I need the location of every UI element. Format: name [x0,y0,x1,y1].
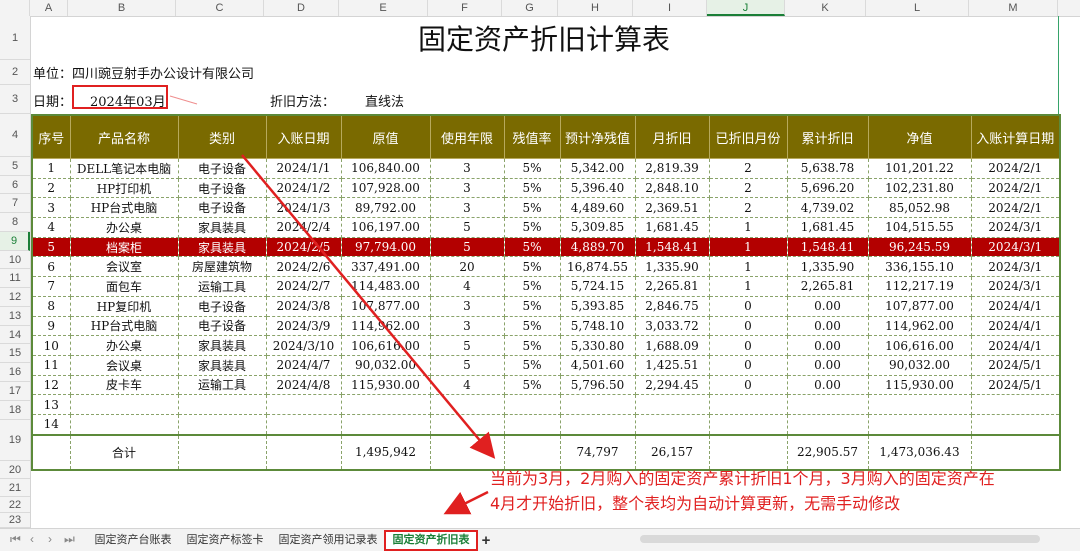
annotation-line-1: 当前为3月，2月购入的固定资产累计折旧1个月，3月购入的固定资产在 [490,469,995,488]
annotation-arrows [169,95,496,515]
last-sheet-icon[interactable]: ⏭ [64,532,75,547]
tab-asset-ledger[interactable]: 固定资产台账表 [88,532,178,549]
prev-sheet-icon[interactable]: ‹ [30,532,34,546]
tab-asset-label-card[interactable]: 固定资产标签卡 [180,532,270,549]
first-sheet-icon[interactable]: ⏮ [10,532,21,547]
next-sheet-icon[interactable]: › [48,532,52,546]
tab-asset-usage-record[interactable]: 固定资产领用记录表 [272,532,384,549]
sheet-tab-bar: ⏮ ‹ › ⏭ 固定资产台账表 固定资产标签卡 固定资产领用记录表 固定资产折旧… [0,528,1080,551]
add-sheet-button[interactable]: + [478,532,494,549]
arrow-to-tab [443,490,489,515]
tab-depreciation[interactable]: 固定资产折旧表 [384,530,478,551]
arrow-to-date [169,95,198,105]
annotation-text: 当前为3月，2月购入的固定资产累计折旧1个月，3月购入的固定资产在 4月才开始折… [490,466,1080,516]
arrow-to-row [241,154,496,459]
annotation-line-2: 4月才开始折旧，整个表均为自动计算更新，无需手动修改 [490,494,901,513]
horizontal-scrollbar[interactable] [640,535,1040,543]
